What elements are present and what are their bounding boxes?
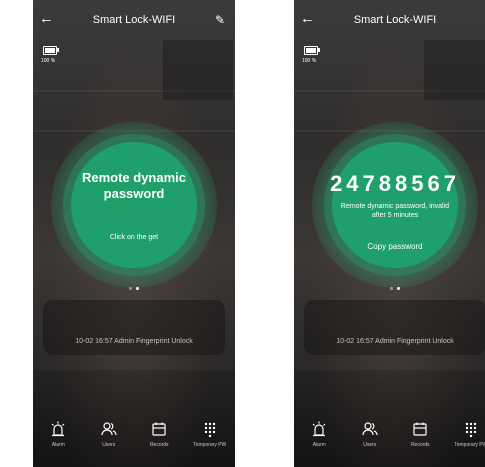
latest-record: 10-02 16:57 Admin Fingerprint Unlock — [336, 338, 454, 345]
battery-level: 100 % — [302, 58, 317, 64]
pencil-icon[interactable]: ✎ — [215, 10, 225, 30]
get-password-button[interactable]: Remote dynamic password Click on the get — [71, 142, 197, 268]
battery-icon — [43, 46, 57, 55]
bottom-tab-bar: Alarm Users Records Temporary PW — [33, 420, 235, 464]
top-bar: ← Smart Lock-WIFI ✎ — [33, 10, 235, 30]
page-title: Smart Lock-WIFI — [353, 14, 437, 26]
screen-dynamic-password-shown: ← Smart Lock-WIFI 100 % 24788567 Remote … — [294, 0, 485, 467]
background-sofa — [43, 300, 225, 355]
tab-records-label: Records — [149, 442, 169, 448]
password-circle-ring: 24788567 Remote dynamic password, invali… — [324, 134, 466, 276]
keypad-icon — [204, 422, 215, 438]
battery-level: 100 % — [41, 58, 56, 64]
tab-alarm-label: Alarm — [312, 442, 326, 448]
tab-users[interactable]: Users — [345, 420, 395, 464]
page-title: Smart Lock-WIFI — [92, 14, 176, 26]
calendar-icon — [152, 422, 166, 436]
battery-icon-tip — [318, 48, 320, 52]
password-validity-hint-line1: Remote dynamic password, invalid — [340, 202, 450, 210]
tab-temporary-pw-label: Temporary PW — [193, 442, 227, 448]
tab-users-label: Users — [363, 442, 377, 448]
tab-temporary-pw[interactable]: Temporary PW — [185, 420, 235, 464]
tab-users-label: Users — [102, 442, 116, 448]
battery-icon-tip — [57, 48, 59, 52]
tab-records-label: Records — [410, 442, 430, 448]
page-dot-active — [397, 287, 400, 290]
background-frame — [163, 40, 233, 100]
tab-users[interactable]: Users — [84, 420, 134, 464]
tab-temporary-pw-label: Temporary PW — [454, 442, 485, 448]
calendar-icon — [413, 422, 427, 436]
bottom-tab-bar: Alarm Users Records Temporary PW — [294, 420, 485, 464]
battery-icon — [304, 46, 318, 55]
tab-alarm-label: Alarm — [51, 442, 65, 448]
users-icon — [101, 422, 117, 436]
dynamic-password-display: 24788567 Remote dynamic password, invali… — [330, 142, 460, 268]
tab-alarm[interactable]: Alarm — [33, 420, 83, 464]
top-bar: ← Smart Lock-WIFI — [294, 10, 485, 30]
page-dot — [390, 287, 393, 290]
password-circle-halo: 24788567 Remote dynamic password, invali… — [312, 122, 478, 288]
alarm-icon — [51, 421, 65, 437]
tab-alarm[interactable]: Alarm — [294, 420, 344, 464]
tab-records[interactable]: Records — [134, 420, 184, 464]
page-dot — [129, 287, 132, 290]
get-password-label[interactable]: Click on the get — [110, 234, 158, 241]
copy-password-button[interactable]: Copy password — [367, 242, 422, 251]
dynamic-password-code: 24788567 — [330, 170, 460, 196]
password-validity-hint-line2: after 5 minutes — [371, 211, 419, 219]
password-circle-ring: Remote dynamic password Click on the get — [63, 134, 205, 276]
background-sofa — [304, 300, 485, 355]
circle-title-line2: password — [103, 185, 165, 201]
keypad-icon — [465, 422, 476, 438]
page-indicator — [294, 287, 485, 290]
page-indicator — [33, 287, 235, 290]
users-icon — [362, 422, 378, 436]
alarm-icon — [312, 421, 326, 437]
tab-temporary-pw[interactable]: Temporary PW — [446, 420, 485, 464]
password-circle-halo: Remote dynamic password Click on the get — [51, 122, 217, 288]
tab-records[interactable]: Records — [395, 420, 445, 464]
circle-title-line1: Remote dynamic — [81, 169, 187, 185]
screen-remote-password: ← Smart Lock-WIFI ✎ 100 % Remote dynamic… — [33, 0, 235, 467]
background-frame — [424, 40, 485, 100]
latest-record: 10-02 16:57 Admin Fingerprint Unlock — [75, 338, 193, 345]
page-dot-active — [136, 287, 139, 290]
